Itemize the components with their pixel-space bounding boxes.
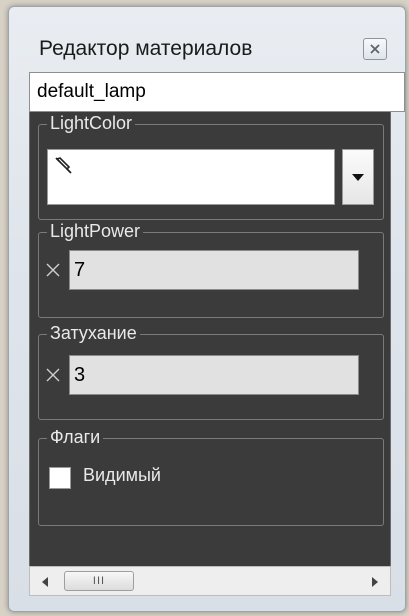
title-bar[interactable]: Редактор материалов (19, 7, 405, 69)
light-color-swatch[interactable] (47, 149, 335, 205)
group-label-attenuation: Затухание (47, 323, 140, 344)
eyedropper-icon (55, 157, 72, 174)
x-axis-icon (46, 368, 60, 382)
light-power-input[interactable]: 7 (69, 250, 359, 290)
close-button[interactable] (363, 38, 387, 60)
window-title: Редактор материалов (39, 37, 253, 60)
scroll-right-icon[interactable] (370, 576, 380, 588)
group-attenuation: Затухание 3 (38, 323, 384, 420)
dropdown-arrow-icon (352, 174, 364, 181)
group-light-color: LightColor (38, 113, 384, 220)
group-light-power: LightPower 7 (38, 221, 384, 318)
visible-checkbox[interactable] (49, 467, 71, 489)
scroll-left-icon[interactable] (40, 576, 50, 588)
properties-panel: LightColor LightPower 7 Затухание 3 Флаг… (29, 112, 391, 566)
x-axis-icon (46, 263, 60, 277)
horizontal-scrollbar[interactable]: III (29, 566, 391, 596)
group-label-light-power: LightPower (47, 221, 144, 242)
group-label-light-color: LightColor (47, 113, 136, 134)
scrollbar-thumb[interactable]: III (64, 571, 134, 591)
visible-checkbox-label: Видимый (83, 465, 161, 485)
material-name-field[interactable]: default_lamp (29, 72, 405, 112)
group-flags: Флаги Видимый (38, 427, 384, 526)
light-color-dropdown-button[interactable] (342, 149, 374, 205)
group-label-flags: Флаги (47, 427, 104, 448)
close-icon (370, 44, 380, 54)
attenuation-input[interactable]: 3 (69, 355, 359, 395)
